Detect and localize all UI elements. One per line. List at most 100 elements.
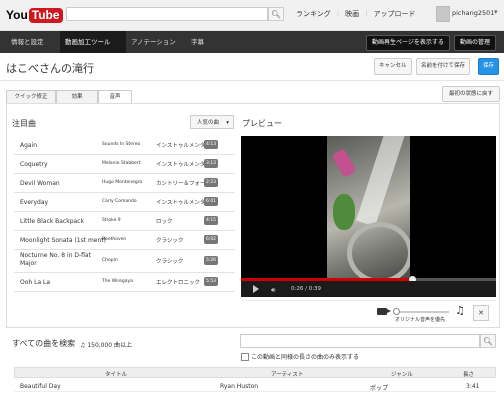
save-button[interactable]: 保存 [478, 58, 500, 75]
nav-upload[interactable]: アップロード [374, 9, 416, 19]
column-artist[interactable]: アーティスト [271, 370, 303, 378]
library-table-header: タイトル アーティスト ジャンル 長さ [14, 367, 496, 378]
column-length[interactable]: 長さ [463, 370, 474, 378]
nav-divider: | [336, 9, 340, 17]
revert-button[interactable]: 最初の状態に戻す [442, 86, 500, 102]
water-stream [356, 136, 406, 227]
list-item[interactable]: Again Sounds In Stereo インストゥルメンタル 4:13 [14, 136, 235, 155]
tab-info-settings[interactable]: 情報と設定 [6, 31, 66, 53]
nav-movies[interactable]: 映画 [345, 9, 359, 19]
library-heading: すべての曲を検索 [12, 339, 76, 348]
parrot [333, 194, 355, 230]
song-artist: The Wiregaya [102, 279, 133, 284]
video-frame [327, 136, 410, 278]
song-title: Little Black Backpack [20, 218, 84, 225]
sort-dropdown[interactable]: 人気の曲 ▾ [190, 115, 234, 129]
search-icon: 🔍︎ [270, 9, 282, 19]
close-icon[interactable]: ✕ [473, 305, 489, 321]
song-artist: Melanie Stabbert [102, 161, 141, 166]
nav-divider: | [365, 9, 368, 17]
audio-balance-slider[interactable] [393, 308, 449, 315]
page-title: はこべさんの滝行 [6, 62, 94, 75]
column-title[interactable]: タイトル [105, 370, 127, 378]
search-button[interactable]: 🔍︎ [268, 7, 284, 21]
logo-you: You [6, 8, 28, 22]
volume-icon[interactable]: 🔊︎ [271, 286, 275, 295]
song-duration-badge: 4:15 [204, 216, 218, 225]
divider [0, 80, 504, 81]
song-genre: インストゥルメンタル [156, 162, 211, 168]
search-input[interactable] [66, 7, 268, 21]
video-player[interactable]: 🔊︎ 0:26 / 0:39 [241, 136, 496, 297]
table-cell-artist: Ryan Huston [220, 383, 259, 390]
username[interactable]: pichang2501 [452, 9, 494, 17]
song-artist: Stroke 9 [102, 218, 121, 223]
tab-quick-fixes[interactable]: クイック修正 [6, 90, 56, 103]
youtube-logo[interactable]: You Tube [6, 6, 63, 24]
chevron-down-icon: ▾ [226, 120, 229, 126]
song-genre: カントリー＆フォーク [156, 181, 212, 187]
library-search-button[interactable]: 🔍︎ [480, 334, 496, 348]
ring [347, 222, 410, 278]
song-duration-badge: 4:13 [204, 140, 218, 149]
list-item[interactable]: Moonlight Sonata (1st ment) Beethoven クラ… [14, 231, 235, 250]
music-note-icon: ♫ [455, 304, 465, 317]
list-item[interactable]: Coquetry Melanie Stabbert インストゥルメンタル 3:1… [14, 155, 235, 174]
chevron-down-icon[interactable]: ▾ [494, 8, 498, 16]
video-camera-icon [377, 308, 391, 315]
table-cell-genre: ポップ [370, 385, 389, 392]
song-title: Nocturne No. 8 in D-flat Major [20, 252, 91, 267]
tab-annotations[interactable]: アノテーション [126, 31, 190, 53]
tab-audio[interactable]: 音声 [98, 90, 132, 104]
song-list: Again Sounds In Stereo インストゥルメンタル 4:13 C… [14, 136, 235, 292]
audio-mix-bar: オリジナル音声を優先 ♫ ✕ [241, 300, 496, 327]
slider-handle[interactable] [393, 308, 400, 315]
table-cell-duration: 3:41 [466, 383, 480, 390]
tab-enhancements[interactable]: 動画加工ツール [60, 31, 126, 53]
tab-captions[interactable]: 字幕 [186, 31, 216, 53]
list-item[interactable]: Devil Woman Hugo Montenegro カントリー＆フォーク 2… [14, 174, 235, 193]
logo-tube: Tube [28, 7, 63, 23]
nav-ranking[interactable]: ランキング [296, 9, 331, 19]
view-page-button[interactable]: 動画再生ページを表示する [366, 35, 450, 51]
song-duration-badge: 6:02 [204, 235, 218, 244]
sort-label: 人気の曲 [197, 120, 220, 126]
song-duration-badge: 2:23 [204, 178, 218, 187]
avatar[interactable] [436, 6, 450, 22]
table-cell-title: Beautiful Day [20, 383, 61, 390]
song-artist: Sounds In Stereo [102, 142, 141, 147]
song-title: Ooh La La [20, 279, 51, 286]
song-title: Everyday [20, 199, 49, 206]
song-genre: ロック [156, 219, 173, 225]
original-audio-label: オリジナル音声を優先 [395, 317, 446, 323]
list-item[interactable]: Nocturne No. 8 in D-flat Major Chopin クラ… [14, 250, 235, 273]
song-artist: Hugo Montenegro [102, 180, 143, 185]
cancel-button[interactable]: キャンセル [374, 58, 412, 75]
table-row[interactable]: Beautiful Day Ryan Huston ポップ 3:41 [14, 380, 496, 392]
song-duration-badge: 6:01 [204, 197, 218, 206]
song-title: Devil Woman [20, 180, 60, 187]
list-item[interactable]: Ooh La La The Wiregaya エレクトロニック 5:53 [14, 273, 235, 292]
featured-songs-heading: 注目曲 [12, 119, 36, 128]
match-length-checkbox[interactable] [241, 353, 249, 361]
song-genre: クラシック [156, 259, 184, 265]
library-search-input[interactable] [240, 334, 480, 348]
play-icon[interactable] [253, 285, 259, 293]
song-artist: Beethoven [102, 237, 127, 242]
tab-effects[interactable]: 効果 [56, 90, 98, 103]
column-genre[interactable]: ジャンル [391, 370, 413, 378]
list-item[interactable]: Little Black Backpack Stroke 9 ロック 4:15 [14, 212, 235, 231]
library-count: ♫ 150,000 曲以上 [80, 340, 132, 349]
music-icon: ♫ [80, 342, 86, 349]
video-manager-button[interactable]: 動画の管理 [454, 35, 497, 51]
song-title: Moonlight Sonata (1st ment) [20, 237, 106, 244]
song-title: Again [20, 142, 38, 149]
song-genre: クラシック [156, 238, 184, 244]
list-item[interactable]: Everyday Carly Comando インストゥルメンタル 6:01 [14, 193, 235, 212]
save-as-new-button[interactable]: 名前を付けて保存 [416, 58, 471, 75]
time-readout: 0:26 / 0:39 [291, 286, 322, 292]
song-genre: インストゥルメンタル [156, 143, 211, 149]
header-nav: ランキング | 映画 | アップロード [296, 9, 416, 19]
player-controls: 🔊︎ 0:26 / 0:39 [241, 281, 496, 297]
song-title: Coquetry [20, 161, 48, 168]
